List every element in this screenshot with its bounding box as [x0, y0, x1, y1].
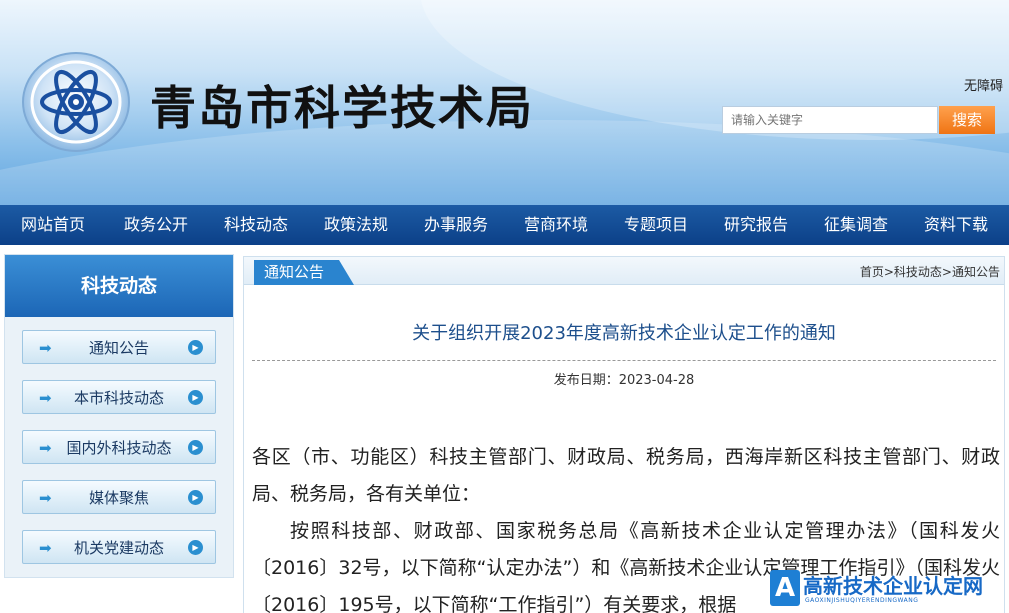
chevron-right-icon: ▶: [188, 540, 203, 555]
breadcrumb-home[interactable]: 首页: [860, 265, 884, 279]
nav-item-policies[interactable]: 政策法规: [306, 205, 406, 245]
nav-item-services[interactable]: 办事服务: [406, 205, 506, 245]
watermark-subtext: GAOXINJISHUQIYERENDINGWANG: [805, 597, 919, 604]
sidebar: 科技动态 ➡ 通知公告 ▶ ➡ 本市科技动态 ▶ ➡ 国内外科技动态 ▶ ➡ 媒…: [4, 254, 234, 578]
chevron-right-icon: ▶: [188, 340, 203, 355]
nav-item-special-projects[interactable]: 专题项目: [606, 205, 706, 245]
article-paragraph: 各区（市、功能区）科技主管部门、财政局、税务局，西海岸新区科技主管部门、财政局、…: [252, 446, 1000, 505]
atom-logo-icon[interactable]: [20, 50, 132, 154]
watermark-logo-icon: A: [770, 570, 800, 606]
arrow-right-icon: ➡: [39, 389, 52, 407]
arrow-right-icon: ➡: [39, 439, 52, 457]
content-header-bar: 通知公告 首页>科技动态>通知公告: [244, 257, 1004, 285]
search-button[interactable]: 搜索: [939, 106, 995, 134]
main-content: 通知公告 首页>科技动态>通知公告 关于组织开展2023年度高新技术企业认定工作…: [243, 256, 1005, 613]
sidebar-item-label: 国内外科技动态: [66, 439, 172, 457]
arrow-right-icon: ➡: [39, 339, 52, 357]
nav-item-business-environment[interactable]: 营商环境: [506, 205, 606, 245]
sidebar-item-global-tech-news[interactable]: ➡ 国内外科技动态 ▶: [22, 430, 216, 464]
sidebar-item-label: 本市科技动态: [73, 389, 164, 407]
main-navigation: 网站首页 政务公开 科技动态 政策法规 办事服务 营商环境 专题项目 研究报告 …: [0, 205, 1009, 245]
nav-item-downloads[interactable]: 资料下载: [906, 205, 1006, 245]
sidebar-item-local-tech-news[interactable]: ➡ 本市科技动态 ▶: [22, 380, 216, 414]
arrow-right-icon: ➡: [39, 539, 52, 557]
title-divider: [252, 360, 996, 361]
nav-item-surveys[interactable]: 征集调查: [806, 205, 906, 245]
chevron-right-icon: ▶: [188, 440, 203, 455]
tab-notices[interactable]: 通知公告: [254, 260, 354, 285]
search-input[interactable]: [722, 106, 938, 134]
nav-item-government-affairs[interactable]: 政务公开: [106, 205, 206, 245]
breadcrumb: 首页>科技动态>通知公告: [860, 263, 1000, 280]
site-header: 青岛市科学技术局 无障碍 搜索: [0, 0, 1009, 205]
breadcrumb-separator: >: [941, 265, 952, 279]
sidebar-item-label: 媒体聚焦: [88, 489, 149, 507]
sidebar-item-label: 机关党建动态: [73, 539, 164, 557]
publish-date: 发布日期：2023-04-28: [553, 373, 695, 388]
chevron-right-icon: ▶: [188, 390, 203, 405]
sidebar-item-label: 通知公告: [88, 339, 149, 357]
sidebar-title: 科技动态: [5, 255, 233, 317]
arrow-right-icon: ➡: [39, 489, 52, 507]
sidebar-item-media-focus[interactable]: ➡ 媒体聚焦 ▶: [22, 480, 216, 514]
breadcrumb-tech-news[interactable]: 科技动态: [894, 265, 942, 279]
chevron-right-icon: ▶: [188, 490, 203, 505]
accessibility-link[interactable]: 无障碍: [964, 75, 1003, 94]
watermark-text: 高新技术企业认定网: [803, 574, 983, 598]
sidebar-item-notices[interactable]: ➡ 通知公告 ▶: [22, 330, 216, 364]
breadcrumb-separator: >: [883, 265, 894, 279]
nav-item-tech-news[interactable]: 科技动态: [206, 205, 306, 245]
sidebar-item-party-building[interactable]: ➡ 机关党建动态 ▶: [22, 530, 216, 564]
nav-item-home[interactable]: 网站首页: [0, 205, 106, 245]
site-watermark: A 高新技术企业认定网 GAOXINJISHUQIYERENDINGWANG: [768, 568, 1009, 613]
article-title: 关于组织开展2023年度高新技术企业认定工作的通知: [412, 323, 836, 344]
breadcrumb-notices[interactable]: 通知公告: [952, 265, 1000, 279]
site-title: 青岛市科学技术局: [150, 81, 534, 135]
nav-item-research-reports[interactable]: 研究报告: [706, 205, 806, 245]
